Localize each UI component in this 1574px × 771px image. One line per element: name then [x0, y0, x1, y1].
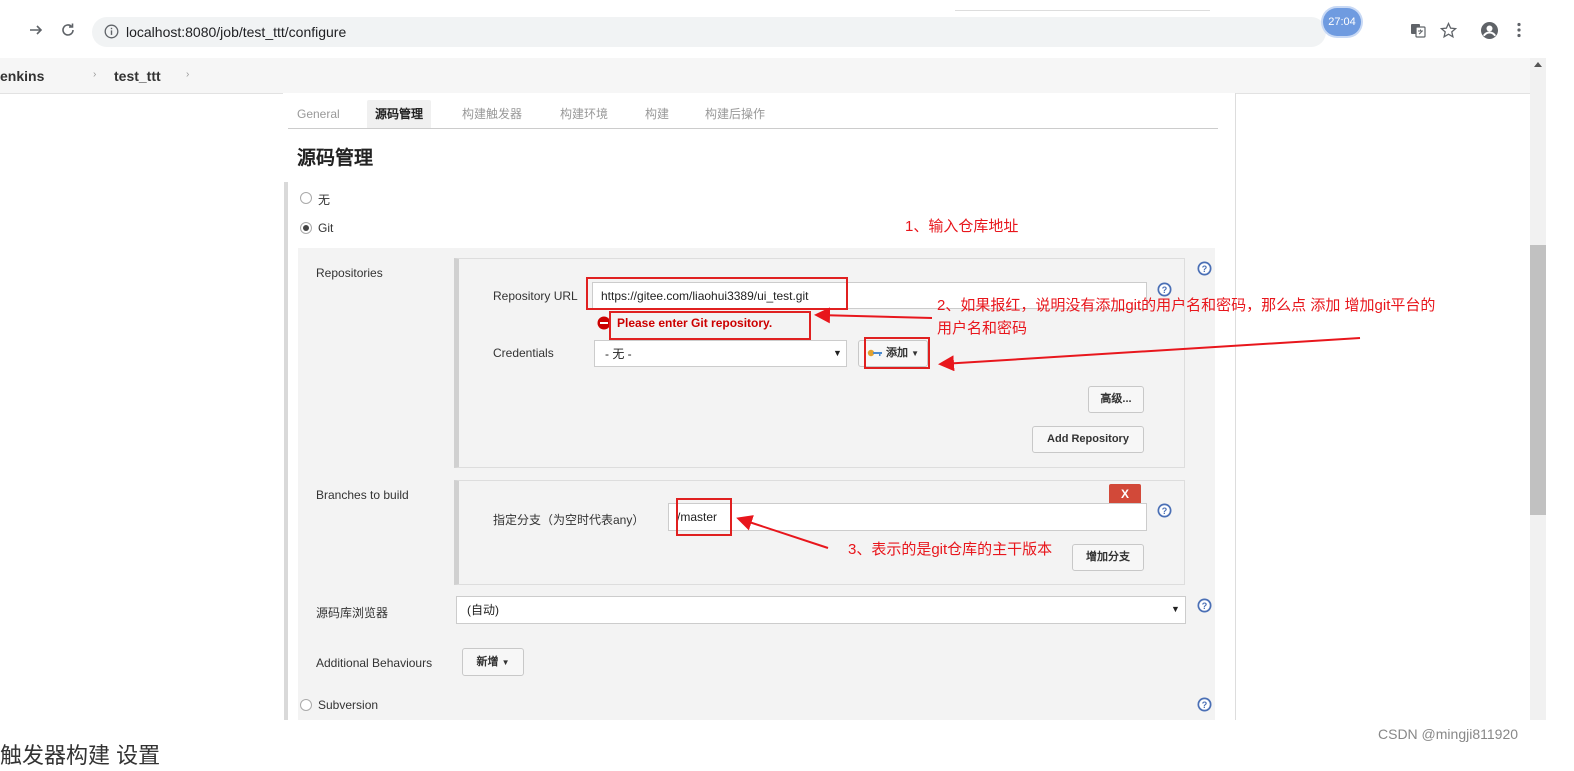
annotation-step3: 3、表示的是git仓库的主干版本	[848, 541, 1053, 558]
next-section-heading: 触发器构建 设置	[0, 743, 161, 768]
annotation-step2-line1: 2、如果报红，说明没有添加git的用户名和密码，那么点 添加 增加git平台的	[937, 297, 1436, 314]
annotation-arrows	[736, 307, 1361, 549]
annotation-step1: 1、输入仓库地址	[905, 218, 1019, 235]
annotation-step2-line2: 用户名和密码	[937, 320, 1028, 337]
watermark: CSDN @mingji811920	[1378, 726, 1519, 742]
